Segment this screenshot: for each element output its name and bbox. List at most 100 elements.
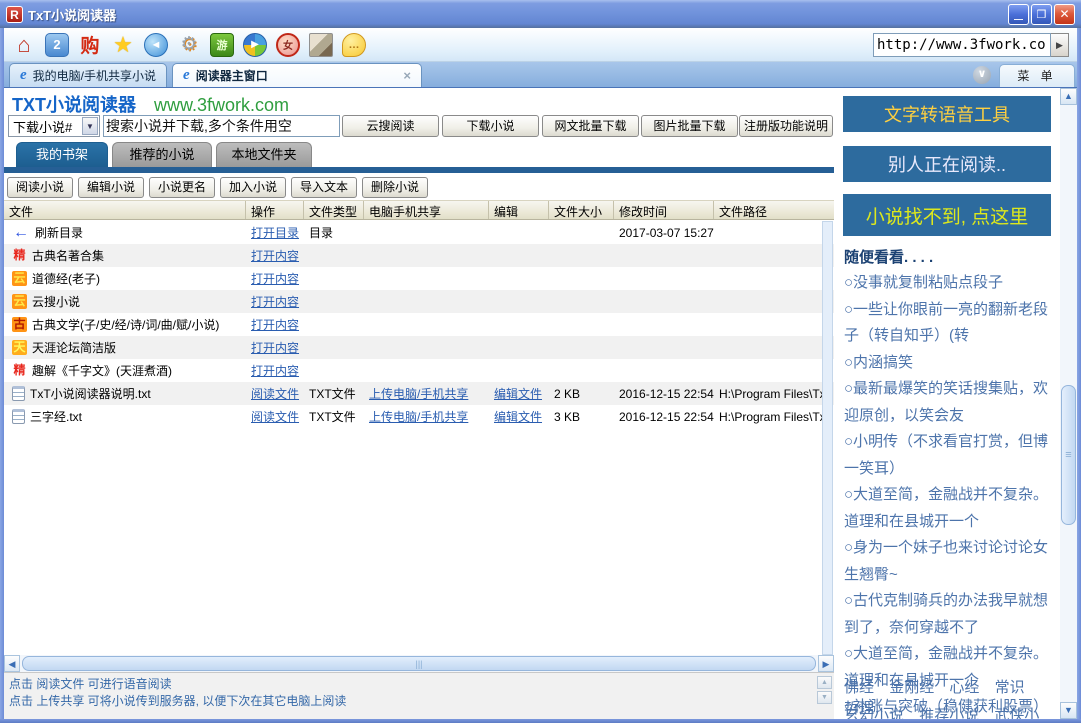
game-icon[interactable]: 游 xyxy=(210,33,234,57)
others-reading-banner[interactable]: 别人正在阅读.. xyxy=(843,146,1051,182)
col-share[interactable]: 电脑手机共享 xyxy=(364,201,489,219)
status-line: 点击 阅读文件 可进行语音阅读 xyxy=(9,676,829,693)
home-icon[interactable]: ⌂ xyxy=(12,33,36,57)
col-size[interactable]: 文件大小 xyxy=(549,201,614,219)
cloud-badge: 云 xyxy=(12,294,27,309)
open-content-link[interactable]: 打开内容 xyxy=(251,272,299,286)
url-input[interactable] xyxy=(873,33,1051,57)
audio-icon[interactable]: ◄ xyxy=(144,33,168,57)
upload-share-link[interactable]: 上传电脑/手机共享 xyxy=(369,410,468,424)
tab-local-folder[interactable]: 本地文件夹 xyxy=(216,142,312,167)
photo-icon[interactable] xyxy=(309,33,333,57)
tts-tool-banner[interactable]: 文字转语音工具 xyxy=(843,96,1051,132)
open-content-link[interactable]: 打开内容 xyxy=(251,295,299,309)
minimize-button[interactable] xyxy=(1008,4,1029,25)
close-button[interactable] xyxy=(1054,4,1075,25)
sidebar-link[interactable]: ○大道至简，金融战并不复杂。道理和在县城开一个 xyxy=(844,482,1052,535)
scroll-left-icon[interactable]: ◀ xyxy=(4,655,20,672)
tab-shared-novels[interactable]: e 我的电脑/手机共享小说 xyxy=(9,63,167,87)
chevron-down-icon[interactable] xyxy=(973,66,991,84)
horizontal-scroll-thumb[interactable] xyxy=(22,656,816,671)
read-file-link[interactable]: 阅读文件 xyxy=(251,387,299,401)
chevron-down-icon[interactable] xyxy=(82,117,98,135)
scroll-up-icon[interactable]: ▲ xyxy=(1060,88,1077,105)
open-directory-link[interactable]: 打开目录 xyxy=(251,226,299,240)
read-novel-button[interactable]: 阅读小说 xyxy=(7,177,73,198)
import-text-button[interactable]: 导入文本 xyxy=(291,177,357,198)
status-line: 点击 上传共享 可将小说传到服务器, 以便下次在其它电脑上阅读 xyxy=(9,693,829,710)
category-link[interactable]: 金刚经 xyxy=(889,679,934,696)
col-path[interactable]: 文件路径 xyxy=(714,201,834,219)
category-link[interactable]: 常识 xyxy=(995,679,1025,696)
col-modified[interactable]: 修改时间 xyxy=(614,201,714,219)
download-novel-button[interactable]: 下载小说 xyxy=(442,115,539,137)
maximize-button[interactable] xyxy=(1031,4,1052,25)
sidebar-link[interactable]: ○小明传（不求看官打赏，但博一笑耳） xyxy=(844,429,1052,482)
sidebar-link[interactable]: ○没事就复制粘贴点段子 xyxy=(844,270,1052,297)
chat-bubble-icon[interactable]: … xyxy=(342,33,366,57)
open-content-link[interactable]: 打开内容 xyxy=(251,249,299,263)
category-link[interactable]: 玄幻小说 xyxy=(844,707,904,719)
col-type[interactable]: 文件类型 xyxy=(304,201,364,219)
batch-download-image-button[interactable]: 图片批量下载 xyxy=(641,115,738,137)
tab-my-bookshelf[interactable]: 我的书架 xyxy=(16,142,108,167)
tools-icon[interactable]: ⚙ xyxy=(177,33,201,57)
scroll-right-icon[interactable]: ▶ xyxy=(818,655,834,672)
table-row: 精趣解《千字文》(天涯煮酒) 打开内容 xyxy=(4,359,834,382)
col-file[interactable]: 文件 xyxy=(4,201,246,219)
shelf-divider xyxy=(4,167,834,173)
sidebar-link[interactable]: ○身为一个妹子也来讨论讨论女生翘臀~ xyxy=(844,535,1052,588)
category-link[interactable]: 推荐小说 xyxy=(919,707,979,719)
tab-recommended-novels[interactable]: 推荐的小说 xyxy=(112,142,212,167)
col-action[interactable]: 操作 xyxy=(246,201,304,219)
vertical-scroll-thumb[interactable] xyxy=(1061,385,1076,525)
upload-share-link[interactable]: 上传电脑/手机共享 xyxy=(369,387,468,401)
registered-features-button[interactable]: 注册版功能说明 xyxy=(739,115,833,137)
search-category-select[interactable]: 下载小说# xyxy=(8,115,100,137)
status-scroll-down-icon[interactable]: ▼ xyxy=(817,691,832,704)
sidebar-link[interactable]: ○古代克制骑兵的办法我早就想到了，奈何穿越不了 xyxy=(844,588,1052,641)
scroll-down-icon[interactable]: ▼ xyxy=(1060,702,1077,719)
edit-file-link[interactable]: 编辑文件 xyxy=(494,410,542,424)
sidebar-link[interactable]: ○内涵搞笑 xyxy=(844,350,1052,377)
site-link[interactable]: www.3fwork.com xyxy=(154,95,289,116)
text-file-icon xyxy=(12,386,25,401)
table-row: 云云搜小说 打开内容 xyxy=(4,290,834,313)
search-input[interactable] xyxy=(103,115,340,137)
ancient-badge: 古 xyxy=(12,317,27,332)
favorites-star-icon[interactable]: ★ xyxy=(111,33,135,57)
open-content-link[interactable]: 打开内容 xyxy=(251,318,299,332)
open-content-link[interactable]: 打开内容 xyxy=(251,364,299,378)
batch-download-web-button[interactable]: 网文批量下载 xyxy=(542,115,639,137)
category-link[interactable]: 心经 xyxy=(949,679,979,696)
sidebar-link[interactable]: ○最新最爆笑的笑话搜集贴，欢迎原创，以笑会友 xyxy=(844,376,1052,429)
rename-novel-button[interactable]: 小说更名 xyxy=(149,177,215,198)
edit-file-link[interactable]: 编辑文件 xyxy=(494,387,542,401)
status-scroll-up-icon[interactable]: ▲ xyxy=(817,676,832,689)
sidebar-vertical-scrollbar[interactable]: ▲ ▼ xyxy=(1060,88,1077,719)
anime-girl-icon[interactable]: 女 xyxy=(276,33,300,57)
window-border xyxy=(0,719,1081,723)
add-novel-button[interactable]: 加入小说 xyxy=(220,177,286,198)
url-go-icon[interactable] xyxy=(1051,33,1069,57)
novel-not-found-banner[interactable]: 小说找不到, 点这里 xyxy=(843,194,1051,236)
tab-close-icon[interactable] xyxy=(403,68,411,83)
media-player-icon[interactable]: ▶ xyxy=(243,33,267,57)
sidebar-link[interactable]: ○一些让你眼前一亮的翻新老段子（转自知乎）(转 xyxy=(844,297,1052,350)
edit-novel-button[interactable]: 编辑小说 xyxy=(78,177,144,198)
category-link[interactable]: 佛经 xyxy=(844,679,874,696)
lock-icon[interactable]: 2 xyxy=(45,33,69,57)
menu-button[interactable]: 菜 单 xyxy=(999,64,1075,87)
ie-icon: e xyxy=(183,67,190,84)
open-content-link[interactable]: 打开内容 xyxy=(251,341,299,355)
tab-label: 我的电脑/手机共享小说 xyxy=(33,67,156,84)
delete-novel-button[interactable]: 删除小说 xyxy=(362,177,428,198)
col-edit[interactable]: 编辑 xyxy=(489,201,549,219)
tab-reader-main[interactable]: e 阅读器主窗口 xyxy=(172,63,422,87)
back-arrow-icon: ← xyxy=(12,225,30,240)
sidebar-category-links: 玄幻小说 推荐小说 武侠小说 xyxy=(844,704,1054,719)
read-file-link[interactable]: 阅读文件 xyxy=(251,410,299,424)
cloud-search-read-button[interactable]: 云搜阅读 xyxy=(342,115,439,137)
table-vertical-scrollbar[interactable] xyxy=(822,221,833,655)
shop-icon[interactable]: 购 xyxy=(78,33,102,57)
